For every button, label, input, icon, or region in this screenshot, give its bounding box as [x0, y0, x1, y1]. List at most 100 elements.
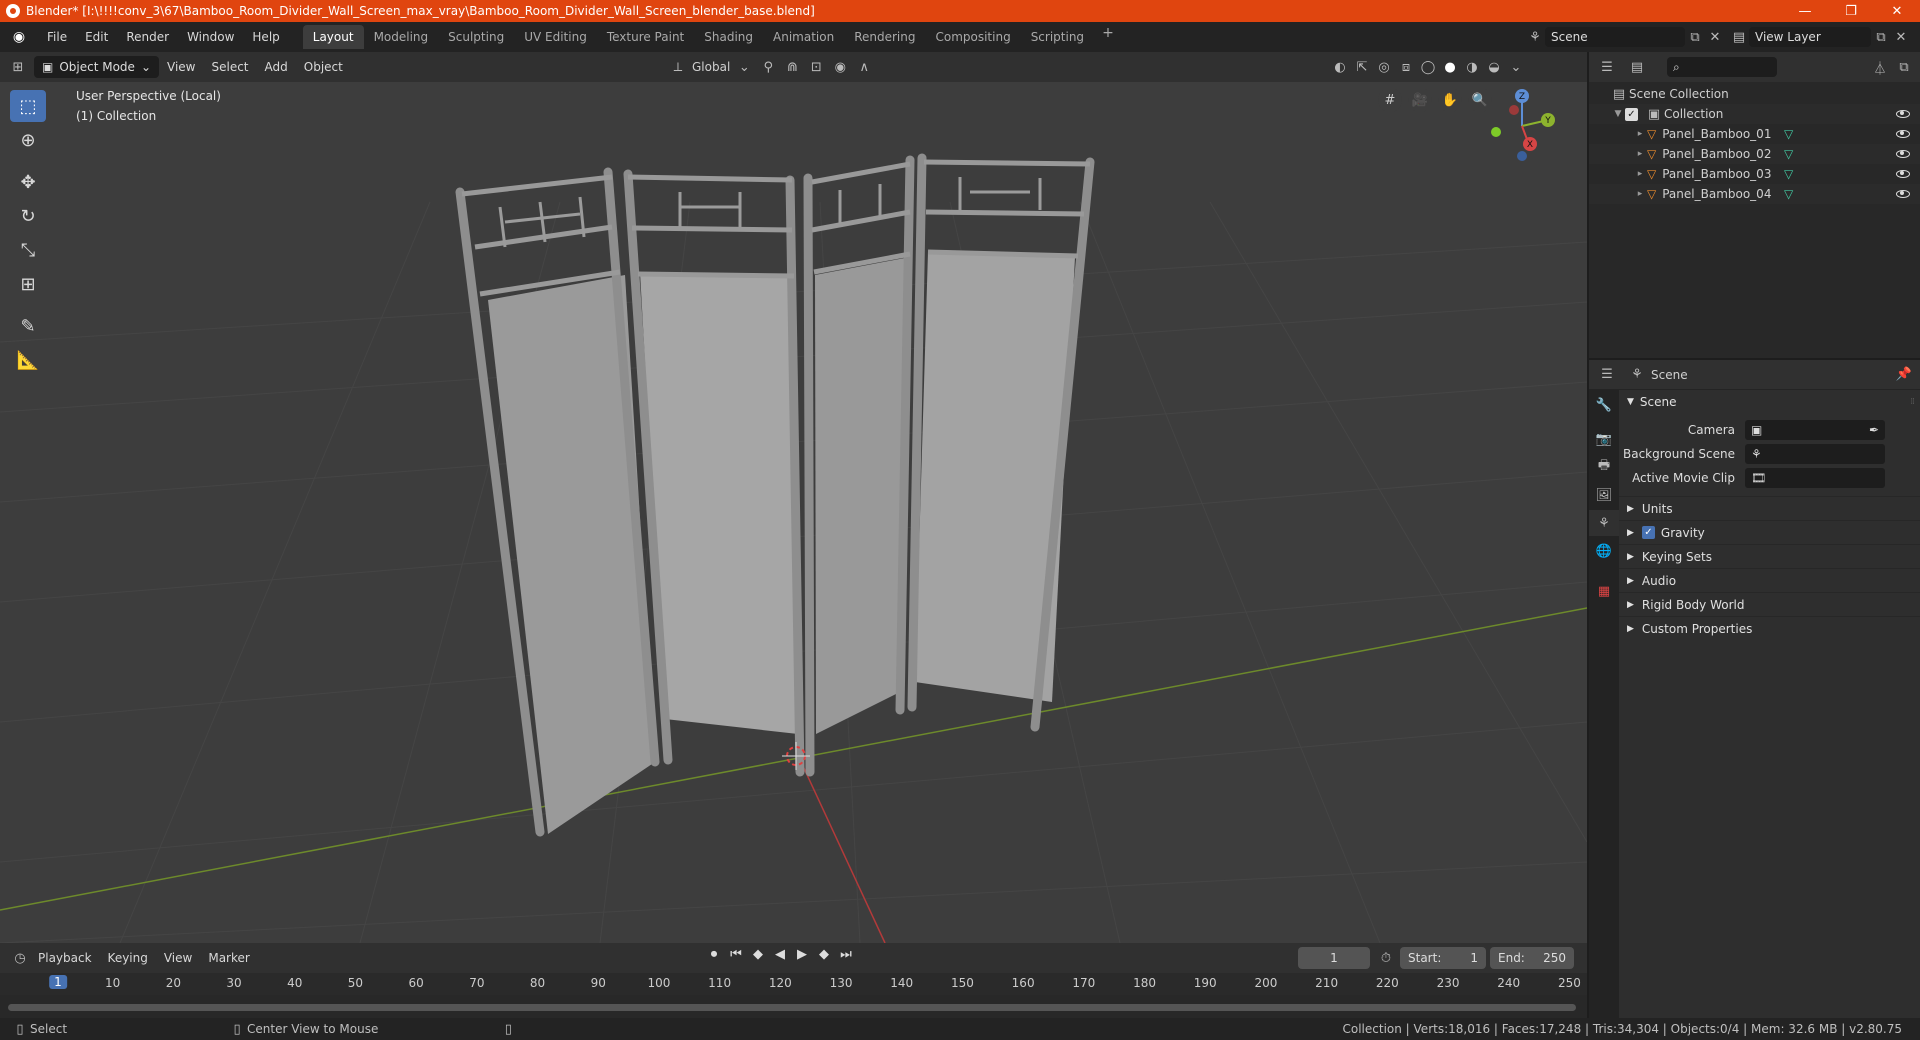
expand-object-icon[interactable]: ▸: [1633, 149, 1647, 159]
scene-panel-header[interactable]: ▼ Scene ⁞⁞: [1619, 390, 1920, 414]
measure-tool-icon[interactable]: 📐: [10, 344, 46, 376]
gizmo-icon[interactable]: ⇱: [1352, 57, 1372, 77]
pivot-point-icon[interactable]: ⚲: [758, 57, 778, 77]
outliner-row-object[interactable]: ▸ ▽ Panel_Bamboo_04 ▽: [1589, 184, 1920, 204]
end-frame-field[interactable]: End: 250: [1490, 947, 1574, 969]
current-frame-field[interactable]: 1: [1298, 947, 1370, 969]
timeline-editor-type-icon[interactable]: ◷: [10, 948, 30, 968]
tab-render-icon[interactable]: 📷: [1589, 426, 1619, 452]
gizmo-neg-z-icon[interactable]: [1517, 151, 1527, 161]
menu-timeline-view[interactable]: View: [156, 951, 200, 965]
panel-fabric-03[interactable]: [815, 257, 910, 734]
gravity-checkbox[interactable]: ✓: [1641, 526, 1655, 539]
menu-playback[interactable]: Playback: [30, 951, 100, 965]
prev-keyframe-icon[interactable]: ◆: [750, 947, 766, 962]
tab-scene-icon[interactable]: ⚘: [1589, 510, 1619, 536]
proportional-edit-icon[interactable]: ◉: [830, 57, 850, 77]
gizmo-neg-x-icon[interactable]: [1509, 105, 1519, 115]
new-scene-icon[interactable]: ⧉: [1685, 27, 1705, 47]
minimize-button[interactable]: —: [1782, 0, 1828, 22]
outliner-row-object[interactable]: ▸ ▽ Panel_Bamboo_03 ▽: [1589, 164, 1920, 184]
jump-start-icon[interactable]: ⏮: [728, 947, 744, 962]
eye-icon[interactable]: [1896, 190, 1910, 198]
custom-properties-panel[interactable]: ▶ Custom Properties: [1619, 616, 1920, 640]
tab-layout[interactable]: Layout: [302, 25, 364, 49]
outliner-row-object[interactable]: ▸ ▽ Panel_Bamboo_01 ▽: [1589, 124, 1920, 144]
cursor-tool-icon[interactable]: ⊕: [10, 124, 46, 156]
properties-editor-type-icon[interactable]: ☰: [1597, 365, 1617, 385]
panel-fabric-04[interactable]: [915, 252, 1075, 702]
menu-render[interactable]: Render: [117, 26, 178, 48]
current-frame-marker[interactable]: 1: [49, 975, 67, 989]
outliner-editor-type-icon[interactable]: ☰: [1597, 57, 1617, 77]
tab-modeling[interactable]: Modeling: [364, 25, 439, 49]
add-workspace-icon[interactable]: +: [1094, 25, 1122, 49]
solid-shading-icon[interactable]: ●: [1440, 57, 1460, 77]
tab-scripting[interactable]: Scripting: [1021, 25, 1094, 49]
toggle-grid-icon[interactable]: #: [1378, 88, 1402, 112]
tab-view-layer-icon[interactable]: 🖼: [1589, 482, 1619, 508]
falloff-icon[interactable]: ∧: [854, 57, 874, 77]
bamboo-divider-model[interactable]: [455, 153, 1095, 837]
expand-object-icon[interactable]: ▸: [1633, 169, 1647, 179]
transform-orientation-selector[interactable]: Global: [692, 60, 730, 74]
delete-view-layer-icon[interactable]: ✕: [1891, 27, 1911, 47]
view-layer-selector[interactable]: View Layer: [1749, 27, 1871, 47]
menu-keying[interactable]: Keying: [100, 951, 156, 965]
menu-file[interactable]: File: [38, 26, 76, 48]
scene-icon[interactable]: ⚘: [1525, 27, 1545, 47]
scale-tool-icon[interactable]: ⤡: [10, 234, 46, 266]
units-panel[interactable]: ▶ Units: [1619, 496, 1920, 520]
wireframe-shading-icon[interactable]: ◯: [1418, 57, 1438, 77]
mesh-data-icon[interactable]: ▽: [1784, 167, 1793, 181]
gravity-panel[interactable]: ▶ ✓ Gravity: [1619, 520, 1920, 544]
play-icon[interactable]: ▶: [794, 947, 810, 962]
outliner-row-object[interactable]: ▸ ▽ Panel_Bamboo_02 ▽: [1589, 144, 1920, 164]
3d-viewport[interactable]: User Perspective (Local) (1) Collection …: [0, 82, 1587, 943]
tab-shading[interactable]: Shading: [694, 25, 763, 49]
expand-object-icon[interactable]: ▸: [1633, 129, 1647, 139]
material-shading-icon[interactable]: ◑: [1462, 57, 1482, 77]
outliner-search-input[interactable]: ⌕: [1667, 57, 1777, 77]
blender-logo-icon[interactable]: ◉: [10, 28, 28, 46]
view-layer-icon[interactable]: ▤: [1729, 27, 1749, 47]
tab-animation[interactable]: Animation: [763, 25, 844, 49]
rotate-tool-icon[interactable]: ↻: [10, 200, 46, 232]
tab-texture-icon[interactable]: ▦: [1589, 578, 1619, 604]
tab-texture-paint[interactable]: Texture Paint: [597, 25, 694, 49]
outliner-row-scene-collection[interactable]: ▤ Scene Collection: [1589, 84, 1920, 104]
play-reverse-icon[interactable]: ◀: [772, 947, 788, 962]
mesh-data-icon[interactable]: ▽: [1784, 127, 1793, 141]
xray-icon[interactable]: ⧈: [1396, 57, 1416, 77]
tab-tool-icon[interactable]: 🔧: [1589, 392, 1619, 418]
keying-sets-panel[interactable]: ▶ Keying Sets: [1619, 544, 1920, 568]
snap-target-icon[interactable]: ⊡: [806, 57, 826, 77]
delete-scene-icon[interactable]: ✕: [1705, 27, 1725, 47]
tab-output-icon[interactable]: 🖶: [1589, 454, 1619, 480]
eye-icon[interactable]: [1896, 170, 1910, 178]
jump-end-icon[interactable]: ⏭: [838, 947, 854, 962]
transform-tool-icon[interactable]: ⊞: [10, 268, 46, 300]
navigation-gizmo[interactable]: Z Y X: [1432, 86, 1582, 176]
mesh-data-icon[interactable]: ▽: [1784, 147, 1793, 161]
start-frame-field[interactable]: Start: 1: [1400, 947, 1486, 969]
tab-compositing[interactable]: Compositing: [925, 25, 1020, 49]
timeline-ruler[interactable]: 1 10 20 30 40 50 60 70 80 90 100 110 120 130 140 150 160…: [0, 973, 1587, 995]
new-view-layer-icon[interactable]: ⧉: [1871, 27, 1891, 47]
mesh-data-icon[interactable]: ▽: [1784, 187, 1793, 201]
gizmo-neg-y-icon[interactable]: [1491, 127, 1501, 137]
eye-icon[interactable]: [1896, 130, 1910, 138]
editor-type-icon[interactable]: ⊞: [8, 57, 28, 77]
annotate-tool-icon[interactable]: ✎: [10, 310, 46, 342]
filter-icon[interactable]: ⏃: [1870, 57, 1890, 77]
chevron-down-icon[interactable]: ⌄: [1506, 57, 1526, 77]
timeline-scrollbar[interactable]: [8, 1004, 1576, 1011]
menu-object[interactable]: Object: [296, 60, 351, 74]
menu-select[interactable]: Select: [203, 60, 256, 74]
camera-view-icon[interactable]: 🎥: [1408, 88, 1432, 112]
tab-world-icon[interactable]: 🌐: [1589, 538, 1619, 564]
audio-panel[interactable]: ▶ Audio: [1619, 568, 1920, 592]
background-scene-field[interactable]: ⚘: [1745, 444, 1885, 464]
rendered-shading-icon[interactable]: ◒: [1484, 57, 1504, 77]
tab-rendering[interactable]: Rendering: [844, 25, 925, 49]
